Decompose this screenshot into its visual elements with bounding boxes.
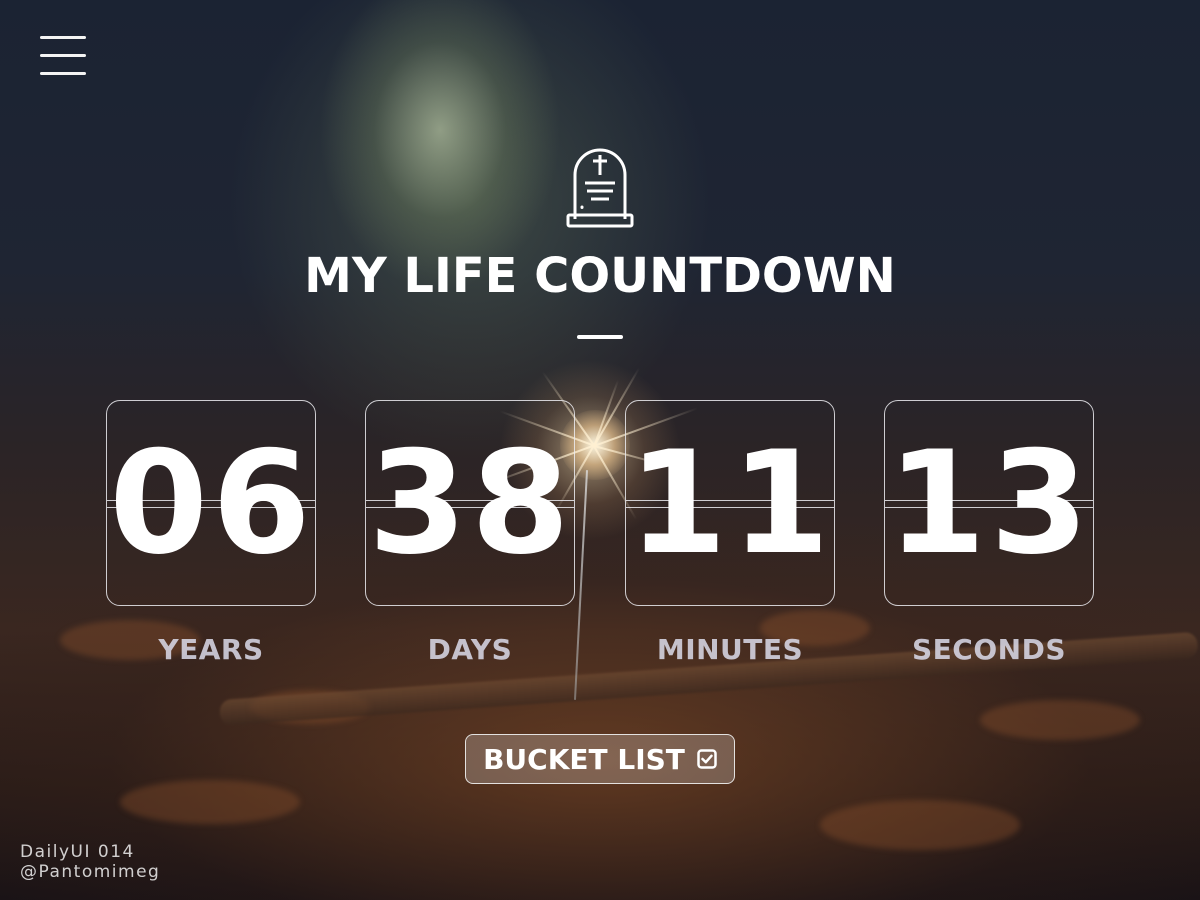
page-title: MY LIFE COUNTDOWN (304, 248, 896, 304)
countdown-seconds-value: 13 (887, 421, 1093, 586)
countdown-minutes-label: MINUTES (656, 633, 804, 666)
checkbox-checked-icon (697, 749, 717, 769)
bg-leaf (820, 800, 1020, 850)
hamburger-menu-icon (40, 36, 86, 39)
countdown-card-days: 38 (365, 400, 575, 606)
countdown-card-years: 06 (106, 400, 316, 606)
bucket-list-label: BUCKET LIST (483, 742, 685, 776)
sparkler-stick (573, 470, 589, 700)
countdown-card-minutes: 11 (625, 400, 835, 606)
credit-author: @Pantomimeg (20, 862, 161, 882)
bucket-list-button[interactable]: BUCKET LIST (465, 734, 735, 784)
countdown-seconds-label: SECONDS (912, 633, 1066, 666)
tombstone-icon (566, 148, 634, 228)
title-divider (577, 335, 623, 339)
countdown-minutes-value: 11 (628, 421, 834, 586)
hamburger-menu-icon (40, 54, 86, 57)
bg-leaf (980, 700, 1140, 740)
countdown-card-seconds: 13 (884, 400, 1094, 606)
countdown-days-value: 38 (368, 421, 574, 586)
countdown-years-label: YEARS (158, 633, 264, 666)
hamburger-menu-icon (40, 72, 86, 75)
bg-leaf (120, 780, 300, 824)
background-photo: MY LIFE COUNTDOWN 06 38 11 13 YEARS DAYS… (0, 0, 1200, 900)
menu-button[interactable] (40, 36, 86, 78)
countdown-years-value: 06 (109, 421, 315, 586)
credit-dailyui: DailyUI 014 (20, 842, 135, 862)
countdown-days-label: DAYS (427, 633, 513, 666)
